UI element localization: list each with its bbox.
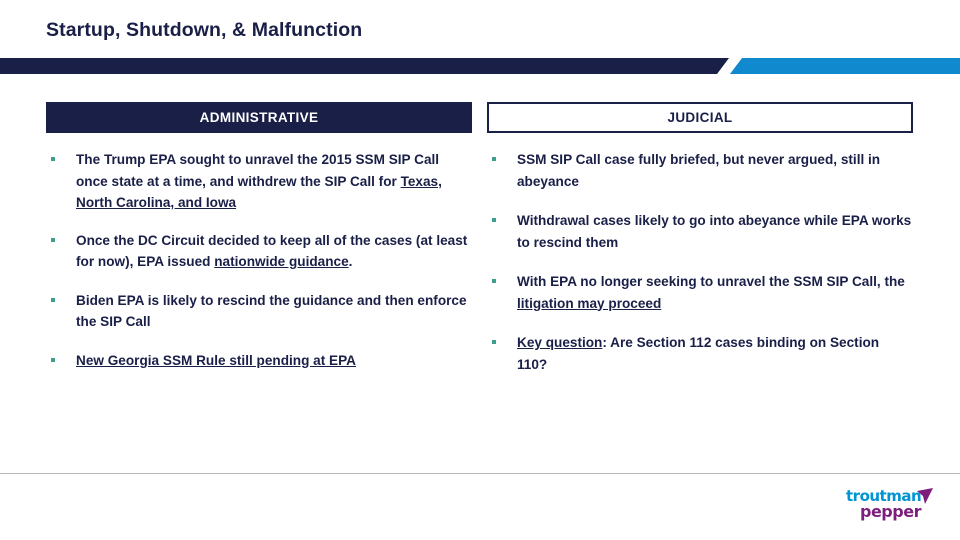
footer-divider: [0, 473, 960, 474]
list-item: Once the DC Circuit decided to keep all …: [46, 230, 472, 273]
plain-text: The Trump EPA sought to unravel the 2015…: [76, 152, 440, 189]
list-item: With EPA no longer seeking to unravel th…: [487, 271, 913, 314]
list-item: New Georgia SSM Rule still pending at EP…: [46, 350, 472, 372]
troutman-pepper-logo: troutman pepper: [846, 488, 934, 523]
bullet-dot-icon: [492, 340, 496, 344]
bullet-dot-icon: [51, 237, 55, 242]
accent-band-navy-shape: [0, 58, 729, 74]
slide-canvas: { "slide": { "title": "Startup, Shutdown…: [0, 0, 960, 540]
bullet-dot-icon: [51, 157, 55, 161]
list-item: Withdrawal cases likely to go into abeya…: [487, 210, 913, 253]
logo-flag-icon: [917, 488, 933, 504]
emphasis-underlined-text: litigation may proceed: [517, 295, 662, 311]
bullet-text: With EPA no longer seeking to unravel th…: [517, 274, 905, 311]
emphasis-underlined-text: nationwide guidance: [214, 254, 349, 269]
emphasis-underlined-text: Key question: [517, 335, 603, 350]
bullet-list-administrative: The Trump EPA sought to unravel the 2015…: [46, 149, 472, 371]
bullet-text: New Georgia SSM Rule still pending at EP…: [76, 353, 356, 368]
section-header-judicial: JUDICIAL: [487, 102, 913, 133]
bullet-dot-icon: [492, 157, 496, 161]
bullet-text: Withdrawal cases likely to go into abeya…: [517, 213, 911, 250]
plain-text: With EPA no longer seeking to unravel th…: [517, 274, 905, 289]
page-title: Startup, Shutdown, & Malfunction: [46, 19, 363, 41]
bullet-dot-icon: [51, 297, 55, 302]
bullet-text: Biden EPA is likely to rescind the guida…: [76, 293, 467, 330]
bullet-dot-icon: [492, 279, 496, 283]
column-judicial: JUDICIAL SSM SIP Call case fully briefed…: [487, 102, 913, 375]
bullet-dot-icon: [492, 218, 496, 222]
list-item: Key question: Are Section 112 cases bind…: [487, 332, 913, 375]
bullet-text: Key question: Are Section 112 cases bind…: [517, 335, 879, 372]
header-accent-band: [0, 58, 960, 74]
list-item: The Trump EPA sought to unravel the 2015…: [46, 149, 472, 214]
logo-word-pepper: pepper: [860, 502, 921, 521]
list-item: SSM SIP Call case fully briefed, but nev…: [487, 149, 913, 192]
plain-text: Biden EPA is likely to rescind the guida…: [76, 292, 467, 330]
bullet-text: SSM SIP Call case fully briefed, but nev…: [517, 152, 880, 189]
bullet-list-judicial: SSM SIP Call case fully briefed, but nev…: [487, 149, 913, 375]
list-item: Biden EPA is likely to rescind the guida…: [46, 290, 472, 333]
plain-text: SSM SIP Call case fully briefed, but nev…: [517, 152, 881, 189]
emphasis-underlined-text: New Georgia SSM Rule still pending at EP…: [76, 352, 356, 368]
bullet-text: Once the DC Circuit decided to keep all …: [76, 233, 467, 270]
column-administrative: ADMINISTRATIVE The Trump EPA sought to u…: [46, 102, 472, 371]
accent-band-blue-shape: [730, 58, 960, 74]
plain-text: Withdrawal cases likely to go into abeya…: [517, 213, 912, 250]
plain-text: .: [348, 254, 353, 269]
section-header-administrative: ADMINISTRATIVE: [46, 102, 472, 133]
bullet-text: The Trump EPA sought to unravel the 2015…: [76, 152, 442, 210]
bullet-dot-icon: [51, 357, 55, 362]
